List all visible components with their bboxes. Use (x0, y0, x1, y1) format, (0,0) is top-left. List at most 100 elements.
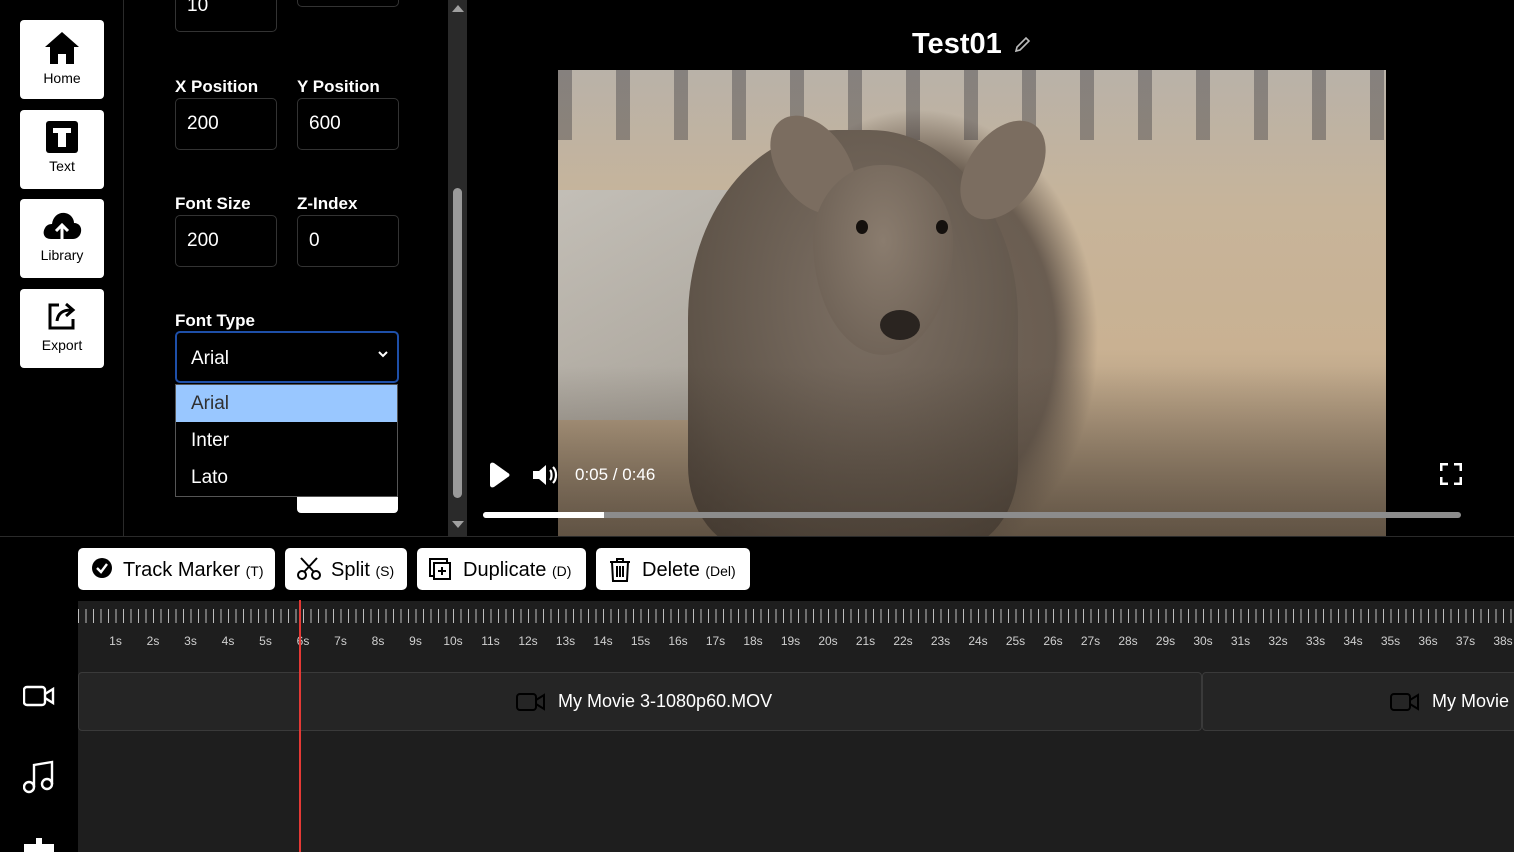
track-marker-shortcut: (T) (245, 563, 264, 579)
clip-2-name: My Movie (1432, 691, 1510, 711)
nav-library-button[interactable]: Library (20, 199, 104, 278)
z-index-label: Z-Index (297, 194, 358, 213)
video-bottom-shade (558, 366, 1386, 536)
font-size-input[interactable]: 200 (175, 215, 277, 267)
ruler-tick-label: 35s (1380, 634, 1401, 648)
volume-icon[interactable] (531, 462, 559, 488)
ruler-tick-label: 21s (855, 634, 876, 648)
nav-text-button[interactable]: Text (20, 110, 104, 189)
track-icons-column (0, 600, 78, 852)
nav-library-label: Library (40, 247, 84, 263)
top-field-2[interactable] (297, 0, 399, 7)
ruler-tick-label: 27s (1080, 634, 1101, 648)
ruler-tick-label: 15s (630, 634, 651, 648)
pencil-icon[interactable] (1013, 36, 1031, 54)
ruler-tick-label: 25s (1005, 634, 1026, 648)
clip-1-name: My Movie 3-1080p60.MOV (558, 691, 773, 711)
ruler-tick-label: 7s (334, 634, 347, 648)
ruler-tick-label: 9s (409, 634, 422, 648)
duplicate-shortcut: (D) (551, 563, 572, 579)
nav-text-label: Text (49, 158, 75, 174)
scroll-down-arrow-icon[interactable] (452, 521, 464, 528)
ruler-tick-label: 18s (743, 634, 763, 648)
track-marker-button[interactable]: Track Marker (T) (78, 548, 275, 590)
left-nav: Home Text Library Export (0, 0, 124, 536)
ruler-tick-label: 12s (518, 634, 538, 648)
music-track-icon[interactable] (23, 760, 55, 794)
nav-home-button[interactable]: Home (20, 20, 104, 99)
duplicate-button[interactable]: Duplicate (D) (417, 548, 586, 590)
home-icon (45, 32, 79, 64)
font-type-select[interactable]: Arial (175, 331, 399, 383)
ruler-tick-label: 23s (930, 634, 951, 648)
ruler-tick-label: 24s (968, 634, 988, 648)
timeline-ruler[interactable]: 1s 2s 3s 4s 5s 6s 7s 8s 9s 10s 11s 12s 13s 14s 15s 16s 1… (78, 601, 1514, 657)
z-index-input[interactable]: 0 (297, 215, 399, 267)
timeline-clip-2[interactable]: My Movie (1202, 672, 1514, 731)
ruler-tick-label: 1s (109, 634, 122, 648)
font-option-inter[interactable]: Inter (176, 422, 397, 459)
video-camera-icon (1390, 693, 1419, 712)
deer-nose (880, 310, 920, 340)
ruler-tick-label: 38s (1493, 634, 1513, 648)
ruler-tick-label: 2s (146, 634, 160, 648)
top-field-1[interactable]: 10 (175, 0, 277, 32)
font-size-label: Font Size (175, 194, 251, 213)
play-icon[interactable] (485, 462, 511, 488)
delete-shortcut: (Del) (705, 563, 736, 579)
video-track-icon[interactable] (23, 684, 55, 708)
scrollbar-thumb[interactable] (453, 188, 462, 498)
video-time: 0:05 / 0:46 (575, 465, 656, 484)
ruler-ticks (78, 609, 1514, 623)
video-camera-icon (516, 693, 545, 712)
ruler-tick-label: 22s (893, 634, 913, 648)
x-position-label: X Position (175, 77, 259, 96)
ruler-tick-label: 34s (1343, 634, 1363, 648)
deer-eye-right (936, 220, 948, 234)
nav-export-button[interactable]: Export (20, 289, 104, 368)
export-icon (48, 302, 76, 330)
ruler-tick-label: 5s (259, 634, 272, 648)
font-option-arial[interactable]: Arial (176, 385, 397, 422)
duplicate-icon (429, 558, 451, 580)
font-type-dropdown: Arial Inter Lato (175, 384, 398, 497)
ruler-tick-label: 33s (1305, 634, 1326, 648)
ruler-tick-label: 8s (371, 634, 385, 648)
x-position-input[interactable]: 200 (175, 98, 277, 150)
fullscreen-icon[interactable] (1440, 463, 1462, 485)
video-progress-bar[interactable] (483, 512, 1461, 518)
video-player[interactable] (558, 70, 1386, 536)
split-button[interactable]: Split (S) (285, 548, 407, 590)
font-type-label: Font Type (175, 311, 255, 330)
font-type-value: Arial (191, 348, 230, 369)
ruler-tick-label: 14s (593, 634, 613, 648)
ruler-tick-label: 4s (221, 634, 235, 648)
split-label: Split (331, 559, 370, 581)
split-shortcut: (S) (375, 563, 395, 579)
chevron-down-icon (378, 351, 388, 358)
text-track-icon[interactable] (24, 838, 54, 852)
y-position-label: Y Position (297, 77, 380, 96)
y-position-input[interactable]: 600 (297, 98, 399, 150)
properties-scrollbar[interactable] (448, 0, 467, 536)
nav-home-label: Home (43, 70, 81, 86)
scroll-up-arrow-icon[interactable] (452, 5, 464, 12)
timeline-playhead[interactable] (299, 600, 302, 852)
ruler-tick-label: 10s (443, 634, 463, 648)
cloud-upload-icon (43, 212, 82, 240)
obscured-button[interactable] (297, 497, 398, 513)
ruler-tick-label: 31s (1230, 634, 1251, 648)
ruler-tick-label: 28s (1118, 634, 1138, 648)
ruler-tick-label: 32s (1268, 634, 1288, 648)
timeline-clip-1[interactable]: My Movie 3-1080p60.MOV (78, 672, 1202, 731)
font-option-lato[interactable]: Lato (176, 459, 397, 496)
ruler-tick-label: 30s (1193, 634, 1213, 648)
ruler-tick-label: 17s (705, 634, 726, 648)
deer-eye-left (856, 220, 868, 234)
ruler-tick-label: 11s (481, 634, 500, 648)
trash-icon (610, 558, 630, 582)
delete-button[interactable]: Delete (Del) (596, 548, 750, 590)
timeline[interactable]: 1s 2s 3s 4s 5s 6s 7s 8s 9s 10s 11s 12s 13s 14s 15s 16s 1… (78, 601, 1514, 852)
ruler-tick-label: 13s (555, 634, 576, 648)
project-title: Test01 (912, 28, 1002, 60)
